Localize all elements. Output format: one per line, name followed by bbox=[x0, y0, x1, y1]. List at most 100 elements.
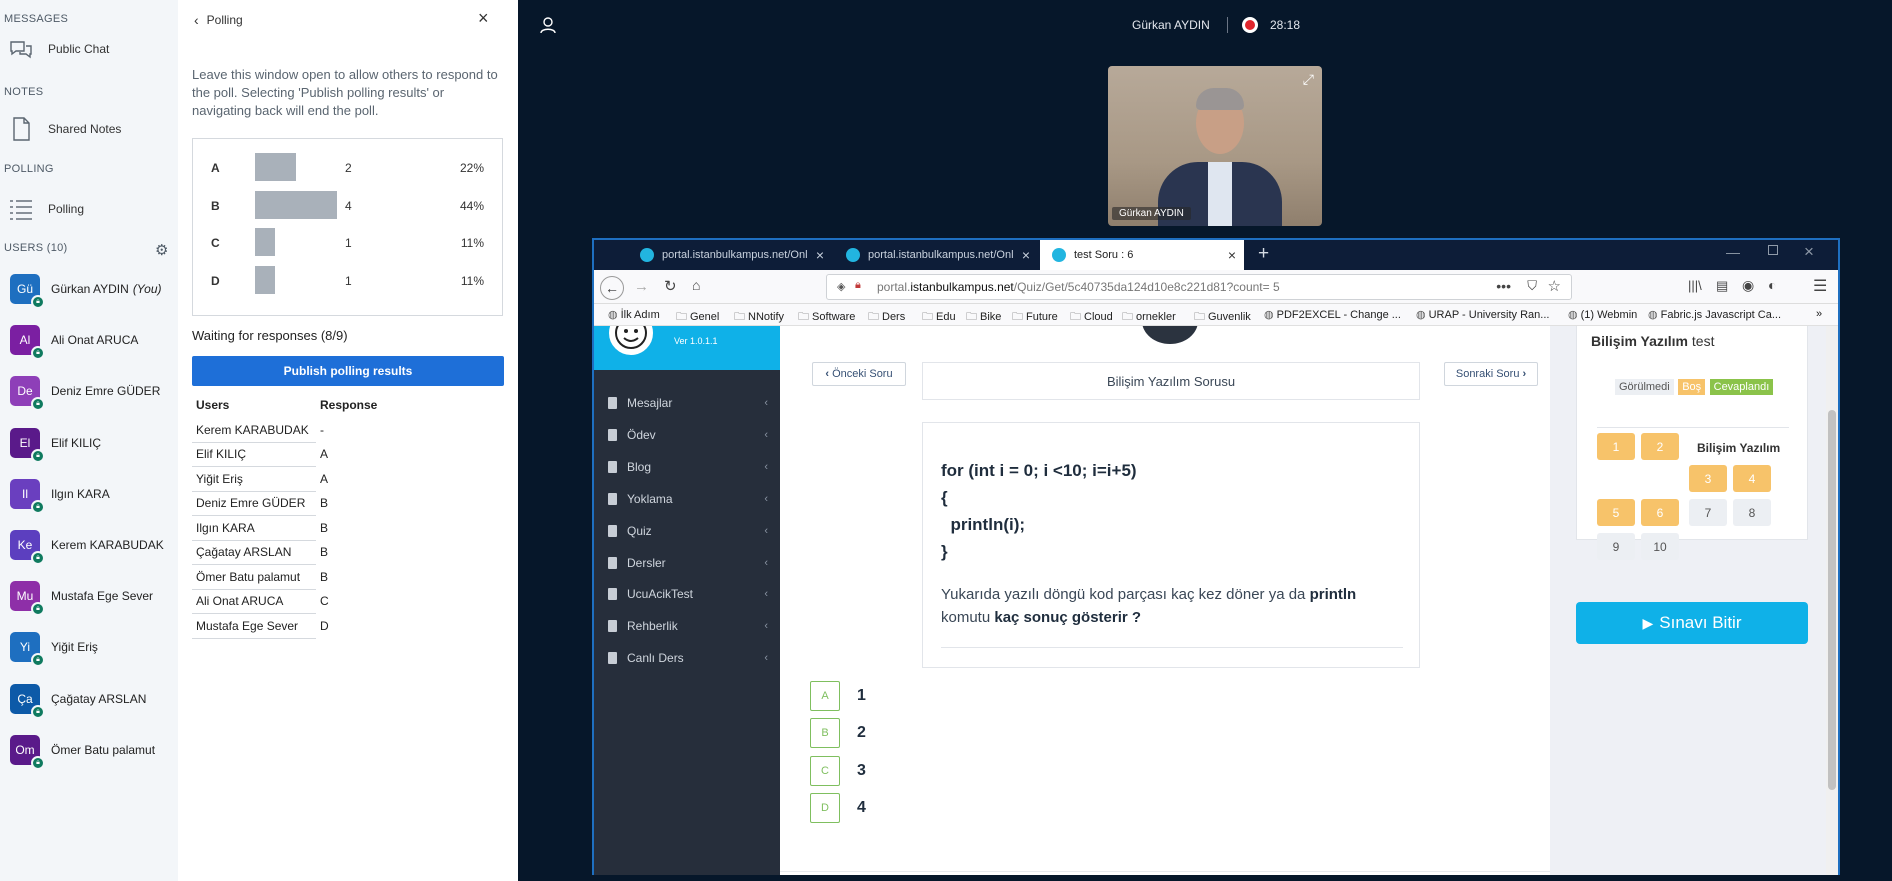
portal-menu-item[interactable]: UcuAcikTest ‹ bbox=[608, 587, 768, 601]
user-item[interactable]: De 🔒︎ Deniz Emre GÜDER bbox=[10, 376, 160, 412]
legend: Görülmedi Boş Cevaplandı bbox=[1615, 377, 1777, 397]
bookmark-item[interactable]: 🗀︎ NNotify bbox=[734, 308, 784, 327]
code-line: } bbox=[941, 542, 948, 561]
bookmark-item[interactable]: ◍ İlk Adım bbox=[608, 308, 660, 321]
response-value: A bbox=[320, 471, 329, 486]
question-number-button[interactable]: 3 bbox=[1689, 465, 1727, 492]
new-tab-icon[interactable]: + bbox=[1258, 243, 1269, 265]
home-icon[interactable]: ⌂ bbox=[692, 277, 700, 293]
expand-icon[interactable]: ⤢ bbox=[1303, 71, 1314, 88]
close-tab-icon[interactable]: × bbox=[1022, 247, 1030, 263]
reload-icon[interactable]: ↻ bbox=[664, 277, 677, 295]
extension-icon[interactable]: ◐ bbox=[1768, 277, 1776, 293]
question-number-button[interactable]: 2 bbox=[1641, 433, 1679, 460]
portal-menu-item[interactable]: Canlı Ders ‹ bbox=[608, 651, 768, 665]
bookmark-item[interactable]: 🗀︎ Bike bbox=[966, 308, 1001, 327]
test-title-rest: test bbox=[1688, 333, 1715, 349]
answer-option[interactable]: A1 bbox=[810, 681, 866, 711]
more-icon[interactable]: ••• bbox=[1496, 278, 1511, 294]
finish-button[interactable]: ▶ Sınavı Bitir bbox=[1576, 602, 1808, 644]
browser-tab-1[interactable]: portal.istanbulkampus.net/Onl × bbox=[628, 240, 832, 270]
site-icon bbox=[640, 248, 654, 262]
option-key-box[interactable]: C bbox=[810, 755, 840, 786]
gear-icon[interactable]: ⚙ bbox=[155, 241, 168, 259]
bookmark-item[interactable]: 🗀︎ Software bbox=[798, 308, 855, 327]
user-item[interactable]: Al 🔒︎ Ali Onat ARUCA bbox=[10, 325, 138, 361]
user-item[interactable]: Ça 🔒︎ Çağatay ARSLAN bbox=[10, 683, 146, 719]
waiting-text: Waiting for responses (8/9) bbox=[192, 328, 348, 343]
bookmark-item[interactable]: 🗀︎ Edu bbox=[922, 308, 956, 327]
star-icon[interactable]: ☆ bbox=[1548, 277, 1561, 295]
bookmark-item[interactable]: ◍ PDF2EXCEL - Change ... bbox=[1264, 308, 1401, 321]
portal-menu-item[interactable]: Ödev ‹ bbox=[608, 428, 768, 442]
question-number-button[interactable]: 5 bbox=[1597, 499, 1635, 526]
record-icon[interactable] bbox=[1242, 17, 1258, 33]
browser-tab-2[interactable]: portal.istanbulkampus.net/Onl × bbox=[834, 240, 1038, 270]
portal-menu-item[interactable]: Yoklama ‹ bbox=[608, 492, 768, 506]
question-number-button[interactable]: 1 bbox=[1597, 433, 1635, 460]
publish-button[interactable]: Publish polling results bbox=[192, 356, 504, 386]
bookmark-item[interactable]: 🗀︎ Cloud bbox=[1070, 308, 1113, 327]
option-key-box[interactable]: A bbox=[810, 681, 840, 711]
user-item[interactable]: El 🔒︎ Elif KILIÇ bbox=[10, 427, 101, 463]
portal-menu-item[interactable]: Quiz ‹ bbox=[608, 524, 768, 538]
maximize-icon[interactable] bbox=[1768, 245, 1778, 255]
user-item[interactable]: Yi 🔒︎ Yiğit Eriş bbox=[10, 632, 98, 668]
question-number-button[interactable]: 4 bbox=[1733, 465, 1771, 492]
previous-question-button[interactable]: ‹ Önceki Soru bbox=[812, 362, 906, 386]
back-icon[interactable]: ← bbox=[600, 276, 624, 300]
user-item[interactable]: Gü 🔒︎ Gürkan AYDIN (You) bbox=[10, 274, 162, 309]
menu-icon[interactable]: ☰ bbox=[1813, 276, 1827, 296]
shared-notes-item[interactable]: Shared Notes bbox=[8, 116, 121, 142]
close-tab-icon[interactable]: × bbox=[816, 247, 824, 263]
user-item[interactable]: Il 🔒︎ Ilgın KARA bbox=[10, 478, 110, 514]
option-key-box[interactable]: B bbox=[810, 718, 840, 749]
webcam-video[interactable]: ⤢ Gürkan AYDIN bbox=[1108, 66, 1322, 226]
window-close-icon[interactable]: × bbox=[1804, 242, 1814, 262]
question-number-button[interactable]: 9 bbox=[1597, 533, 1635, 560]
question-number-button[interactable]: 8 bbox=[1733, 499, 1771, 526]
question-number-button[interactable]: 6 bbox=[1641, 499, 1679, 526]
page-scrollbar[interactable] bbox=[1826, 326, 1838, 875]
poll-back-button[interactable]: ‹ Polling bbox=[194, 12, 243, 28]
library-icon[interactable]: |||\ bbox=[1688, 278, 1702, 293]
question-number-button[interactable]: 10 bbox=[1641, 533, 1679, 560]
portal-menu-item[interactable]: Mesajlar ‹ bbox=[608, 396, 768, 410]
close-icon[interactable]: × bbox=[478, 8, 489, 29]
bookmark-item[interactable]: 🗀︎ ornekler bbox=[1122, 308, 1176, 327]
address-field[interactable]: ◈ 🔒︎ portal. istanbulkampus.net/Quiz/Get/… bbox=[826, 274, 1572, 300]
answer-option[interactable]: D4 bbox=[810, 792, 866, 823]
account-icon[interactable]: ◉ bbox=[1742, 277, 1754, 294]
question-number-button[interactable]: 7 bbox=[1689, 499, 1727, 526]
polling-item[interactable]: Polling bbox=[8, 196, 84, 222]
user-icon[interactable] bbox=[540, 17, 556, 39]
minimize-icon[interactable]: — bbox=[1726, 244, 1740, 260]
next-question-button[interactable]: Sonraki Soru › bbox=[1444, 362, 1538, 386]
option-key-box[interactable]: D bbox=[810, 792, 840, 823]
bookmark-item[interactable]: 🗀︎ Ders bbox=[868, 308, 905, 327]
test-card: Bilişim Yazılım test Görülmedi Boş Cevap… bbox=[1576, 326, 1808, 560]
bookmarks-overflow-icon[interactable]: » bbox=[1816, 308, 1822, 320]
browser-tab-3[interactable]: test Soru : 6 × bbox=[1040, 240, 1244, 270]
close-tab-icon[interactable]: × bbox=[1228, 247, 1236, 263]
user-item[interactable]: Mu 🔒︎ Mustafa Ege Sever bbox=[10, 581, 153, 617]
scrollbar-thumb[interactable] bbox=[1828, 410, 1836, 790]
bookmark-item[interactable]: ◍ (1) Webmin bbox=[1568, 308, 1637, 321]
portal-menu-item[interactable]: Rehberlik ‹ bbox=[608, 619, 768, 633]
bookmark-item[interactable]: ◍ URAP - University Ran... bbox=[1416, 308, 1549, 321]
portal-menu-item[interactable]: Dersler ‹ bbox=[608, 556, 768, 570]
sidebar-icon[interactable]: ▤ bbox=[1716, 278, 1728, 294]
bookmark-item[interactable]: 🗀︎ Guvenlik bbox=[1194, 308, 1251, 327]
portal-menu-item[interactable]: Blog ‹ bbox=[608, 460, 768, 474]
pocket-icon[interactable]: ⛉ bbox=[1527, 278, 1537, 294]
user-item[interactable]: Ke 🔒︎ Kerem KARABUDAK bbox=[10, 530, 164, 565]
bookmark-item[interactable]: ◍ Fabric.js Javascript Ca... bbox=[1648, 308, 1781, 321]
avatar: Om 🔒︎ bbox=[10, 734, 45, 770]
bookmark-item[interactable]: 🗀︎ Future bbox=[1012, 308, 1058, 327]
forward-icon[interactable]: → bbox=[634, 278, 649, 295]
answer-option[interactable]: B2 bbox=[810, 718, 866, 749]
user-item[interactable]: Om 🔒︎ Ömer Batu palamut bbox=[10, 734, 155, 770]
answer-option[interactable]: C3 bbox=[810, 755, 866, 786]
bookmark-item[interactable]: 🗀︎ Genel bbox=[676, 308, 719, 327]
public-chat-item[interactable]: Public Chat bbox=[8, 36, 109, 62]
